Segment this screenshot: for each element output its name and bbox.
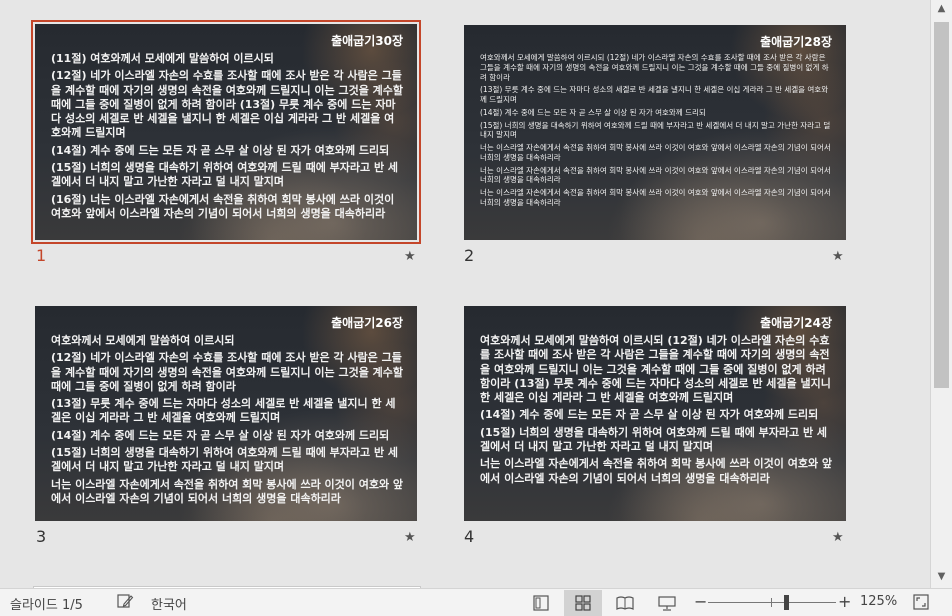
scrollbar-thumb[interactable] bbox=[934, 22, 949, 388]
slide-paragraph: 너는 이스라엘 자손에게서 속전을 취하여 회막 봉사에 쓰라 이것이 여호와 … bbox=[480, 457, 833, 485]
slideshow-button[interactable] bbox=[648, 590, 686, 616]
slide-body: 여호와께서 모세에게 말씀하여 이르시되 (12절) 네가 이스라엘 자손의 수… bbox=[480, 53, 832, 211]
reading-view-button[interactable] bbox=[606, 590, 644, 616]
slide-paragraph: (14절) 계수 중에 드는 모든 자 곧 스무 살 이상 된 자가 여호와께 … bbox=[480, 408, 819, 422]
slide-paragraph: 너는 이스라엘 자손에게서 속전을 취하여 회막 봉사에 쓰라 이것이 여호와 … bbox=[480, 143, 831, 162]
slide-number: 1 bbox=[36, 246, 47, 265]
zoom-slider-center-mark bbox=[771, 598, 772, 607]
slide-counter[interactable]: 슬라이드 1/5 bbox=[10, 594, 83, 613]
slide-paragraph: (16절) 너는 이스라엘 자손에게서 속전을 취하여 회막 봉사에 쓰라 이것… bbox=[51, 192, 395, 220]
slide-paragraph: 너는 이스라엘 자손에게서 속전을 취하여 회막 봉사에 쓰라 이것이 여호와 … bbox=[51, 477, 404, 505]
slide-sorter-view-button[interactable] bbox=[564, 590, 602, 616]
slide-paragraph: (15절) 너희의 생명을 대속하기 위하여 여호와께 드릴 때에 부자라고 반… bbox=[480, 425, 828, 454]
slide-thumbnail-3[interactable]: 출애굽기26장 여호와께서 모세에게 말씀하여 이르시되 (12절) 네가 이스… bbox=[35, 306, 417, 521]
slide-number: 4 bbox=[464, 527, 475, 546]
slide-title: 출애굽기30장 bbox=[331, 34, 403, 48]
zoom-slider-handle[interactable] bbox=[784, 595, 789, 610]
slide-paragraph: (12절) 네가 이스라엘 자손의 수효를 조사할 때에 조사 받은 각 사람은… bbox=[51, 351, 404, 393]
slide-paragraph: (15절) 너희의 생명을 대속하기 위하여 여호와께 드릴 때에 부자라고 반… bbox=[480, 120, 831, 140]
slide-paragraph: (15절) 너희의 생명을 대속하기 위하여 여호와께 드릴 때에 부자라고 반… bbox=[51, 161, 399, 189]
slideshow-icon bbox=[658, 596, 676, 611]
zoom-slider-track[interactable] bbox=[708, 602, 836, 603]
language-indicator[interactable]: 한국어 bbox=[151, 594, 187, 613]
star-icon[interactable]: ★ bbox=[832, 249, 844, 264]
star-icon[interactable]: ★ bbox=[404, 530, 416, 545]
slide-title: 출애굽기24장 bbox=[760, 316, 832, 330]
scroll-down-icon[interactable]: ▼ bbox=[931, 568, 952, 586]
zoom-in-button[interactable]: + bbox=[838, 592, 851, 611]
slide-thumbnail-4[interactable]: 출애굽기24장 여호와께서 모세에게 말씀하여 이르시되 (12절) 네가 이스… bbox=[464, 306, 846, 521]
slide-paragraph: 여호와께서 모세에게 말씀하여 이르시되 bbox=[51, 334, 235, 347]
slide-body: (11절) 여호와께서 모세에게 말씀하여 이르시되 (12절) 네가 이스라엘… bbox=[51, 52, 403, 224]
slide-paragraph: (12절) 네가 이스라엘 자손의 수효를 조사할 때에 조사 받은 각 사람은… bbox=[51, 69, 404, 140]
slide-paragraph: 여호와께서 모세에게 말씀하여 이르시되 (12절) 네가 이스라엘 자손의 수… bbox=[480, 334, 831, 405]
normal-view-icon bbox=[533, 595, 549, 611]
slide-paragraph: (13절) 무릇 계수 중에 드는 자마다 성소의 세겔로 반 세겔을 낼지니 … bbox=[480, 85, 829, 104]
slide-number: 2 bbox=[464, 246, 475, 265]
vertical-scrollbar[interactable]: ▲ ▼ bbox=[930, 0, 952, 588]
star-icon[interactable]: ★ bbox=[404, 249, 416, 264]
slide-paragraph: (14절) 계수 중에 드는 모든 자 곧 스무 살 이상 된 자가 여호와께 … bbox=[51, 428, 390, 442]
zoom-out-button[interactable]: − bbox=[694, 592, 707, 611]
slide-paragraph: 여호와께서 모세에게 말씀하여 이르시되 (12절) 네가 이스라엘 자손의 수… bbox=[480, 53, 829, 82]
scroll-up-icon[interactable]: ▲ bbox=[931, 0, 952, 18]
slide-paragraph: (14절) 계수 중에 드는 모든 자 곧 스무 살 이상 된 자가 여호와께 … bbox=[51, 143, 390, 157]
normal-view-button[interactable] bbox=[522, 590, 560, 616]
slide-paragraph: (13절) 무릇 계수 중에 드는 자마다 성소의 세겔로 반 세겔을 낼지니 … bbox=[51, 397, 396, 425]
slide-paragraph: (11절) 여호와께서 모세에게 말씀하여 이르시되 bbox=[51, 52, 274, 65]
zoom-level[interactable]: 125% bbox=[860, 594, 897, 609]
slide-body: 여호와께서 모세에게 말씀하여 이르시되 (12절) 네가 이스라엘 자손의 수… bbox=[480, 334, 832, 489]
slide-paragraph: 너는 이스라엘 자손에게서 속전을 취하여 회막 봉사에 쓰라 이것이 여호와 … bbox=[480, 188, 831, 207]
status-bar: 슬라이드 1/5 한국어 − + 125% bbox=[0, 588, 952, 616]
slide-title: 출애굽기28장 bbox=[760, 35, 832, 49]
slide-thumbnail-2[interactable]: 출애굽기28장 여호와께서 모세에게 말씀하여 이르시되 (12절) 네가 이스… bbox=[464, 25, 846, 240]
slide-paragraph: (14절) 계수 중에 드는 모든 자 곧 스무 살 이상 된 자가 여호와께 … bbox=[480, 107, 706, 117]
slide-sorter-pane[interactable]: 출애굽기30장 (11절) 여호와께서 모세에게 말씀하여 이르시되 (12절)… bbox=[0, 0, 930, 588]
slide-sorter-icon bbox=[575, 595, 591, 611]
slide-number: 3 bbox=[36, 527, 47, 546]
slide-thumbnail-1[interactable]: 출애굽기30장 (11절) 여호와께서 모세에게 말씀하여 이르시되 (12절)… bbox=[31, 20, 421, 244]
slide-title: 출애굽기26장 bbox=[331, 316, 403, 330]
fit-to-window-icon[interactable] bbox=[912, 593, 930, 615]
slide-body: 여호와께서 모세에게 말씀하여 이르시되 (12절) 네가 이스라엘 자손의 수… bbox=[51, 334, 403, 509]
slide-paragraph: (15절) 너희의 생명을 대속하기 위하여 여호와께 드릴 때에 부자라고 반… bbox=[51, 446, 399, 474]
slide-paragraph: 너는 이스라엘 자손에게서 속전을 취하여 회막 봉사에 쓰라 이것이 여호와 … bbox=[480, 165, 831, 185]
star-icon[interactable]: ★ bbox=[832, 530, 844, 545]
reading-view-icon bbox=[616, 596, 634, 610]
notes-icon[interactable] bbox=[116, 592, 134, 614]
